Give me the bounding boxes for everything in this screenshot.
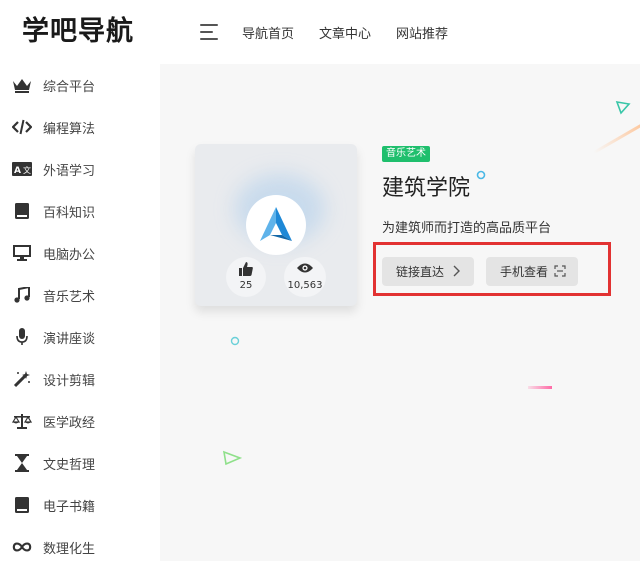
sidebar-item-programming[interactable]: 编程算法 bbox=[0, 106, 160, 148]
sidebar-item-label: 设计剪辑 bbox=[43, 373, 96, 389]
sidebar-item-humanities[interactable]: 文史哲理 bbox=[0, 442, 160, 484]
category-sidebar: 综合平台 编程算法 A文 外语学习 百科知识 电脑办公 音乐艺术 演讲座谈 设计… bbox=[0, 64, 160, 561]
mobile-view-label: 手机查看 bbox=[500, 265, 549, 279]
sidebar-item-lectures[interactable]: 演讲座谈 bbox=[0, 316, 160, 358]
sidebar-item-general[interactable]: 综合平台 bbox=[0, 64, 160, 106]
sidebar-item-label: 医学政经 bbox=[43, 415, 96, 431]
sidebar-item-medicine-politics[interactable]: 医学政经 bbox=[0, 400, 160, 442]
sidebar-item-label: 电子书籍 bbox=[43, 499, 96, 515]
magic-wand-icon bbox=[12, 369, 32, 389]
chevron-right-icon bbox=[453, 265, 460, 277]
site-description: 为建筑师而打造的高品质平台 bbox=[382, 221, 552, 236]
book-icon bbox=[12, 201, 32, 221]
triangle-decoration-icon bbox=[222, 450, 242, 466]
site-detail-panel: 25 10,563 音乐艺术 建筑学院 为建筑师而打造的高品质平台 链接直达 手… bbox=[160, 64, 640, 561]
music-note-icon bbox=[12, 285, 32, 305]
nav-articles[interactable]: 文章中心 bbox=[319, 23, 371, 42]
site-card[interactable]: 25 10,563 bbox=[195, 144, 357, 306]
sidebar-item-label: 数理化生 bbox=[43, 541, 96, 557]
qr-scan-icon bbox=[554, 265, 566, 277]
code-icon bbox=[12, 117, 32, 137]
sidebar-item-label: 编程算法 bbox=[43, 121, 96, 137]
circle-decoration-icon bbox=[230, 336, 240, 346]
monitor-icon bbox=[12, 243, 32, 263]
menu-toggle-icon[interactable] bbox=[200, 24, 218, 40]
sidebar-item-ebooks[interactable]: 电子书籍 bbox=[0, 484, 160, 526]
line-decoration bbox=[528, 386, 552, 389]
top-header: 学吧导航 导航首页 文章中心 网站推荐 bbox=[0, 0, 640, 64]
like-count: 25 bbox=[239, 280, 253, 291]
mobile-view-button[interactable]: 手机查看 bbox=[486, 257, 578, 286]
microphone-icon bbox=[12, 327, 32, 347]
infinity-icon bbox=[12, 537, 32, 557]
thumbs-up-icon bbox=[226, 262, 266, 278]
line-decoration bbox=[593, 121, 640, 154]
balance-scale-icon bbox=[12, 411, 32, 431]
visit-link-label: 链接直达 bbox=[396, 265, 445, 279]
crown-icon bbox=[12, 75, 32, 95]
visit-link-button[interactable]: 链接直达 bbox=[382, 257, 474, 286]
view-count: 10,563 bbox=[287, 280, 323, 291]
svg-text:文: 文 bbox=[23, 165, 31, 175]
triangle-decoration-icon bbox=[615, 100, 631, 115]
sidebar-item-label: 外语学习 bbox=[43, 163, 96, 179]
book-icon bbox=[12, 495, 32, 515]
nav-recommend[interactable]: 网站推荐 bbox=[396, 23, 448, 42]
eye-icon bbox=[284, 262, 326, 278]
site-logo[interactable]: 学吧导航 bbox=[22, 14, 134, 50]
sidebar-item-encyclopedia[interactable]: 百科知识 bbox=[0, 190, 160, 232]
sidebar-item-languages[interactable]: A文 外语学习 bbox=[0, 148, 160, 190]
nav-home[interactable]: 导航首页 bbox=[242, 23, 294, 42]
sidebar-item-label: 文史哲理 bbox=[43, 457, 96, 473]
translate-icon: A文 bbox=[12, 159, 32, 179]
view-counter: 10,563 bbox=[284, 257, 326, 297]
sidebar-item-sciences[interactable]: 数理化生 bbox=[0, 526, 160, 561]
site-title: 建筑学院 bbox=[382, 176, 471, 201]
architecture-logo-icon bbox=[260, 207, 292, 241]
top-nav: 导航首页 文章中心 网站推荐 bbox=[242, 0, 473, 64]
site-logo-badge bbox=[246, 195, 306, 255]
hourglass-icon bbox=[12, 453, 32, 473]
sidebar-item-design[interactable]: 设计剪辑 bbox=[0, 358, 160, 400]
like-counter[interactable]: 25 bbox=[226, 257, 266, 297]
category-badge[interactable]: 音乐艺术 bbox=[382, 146, 430, 162]
circle-decoration-icon bbox=[476, 170, 486, 180]
sidebar-item-label: 演讲座谈 bbox=[43, 331, 96, 347]
sidebar-item-office[interactable]: 电脑办公 bbox=[0, 232, 160, 274]
sidebar-item-music-art[interactable]: 音乐艺术 bbox=[0, 274, 160, 316]
svg-text:A: A bbox=[14, 166, 21, 176]
sidebar-item-label: 音乐艺术 bbox=[43, 289, 96, 305]
sidebar-item-label: 电脑办公 bbox=[43, 247, 96, 263]
sidebar-item-label: 综合平台 bbox=[43, 79, 96, 95]
sidebar-item-label: 百科知识 bbox=[43, 205, 96, 221]
